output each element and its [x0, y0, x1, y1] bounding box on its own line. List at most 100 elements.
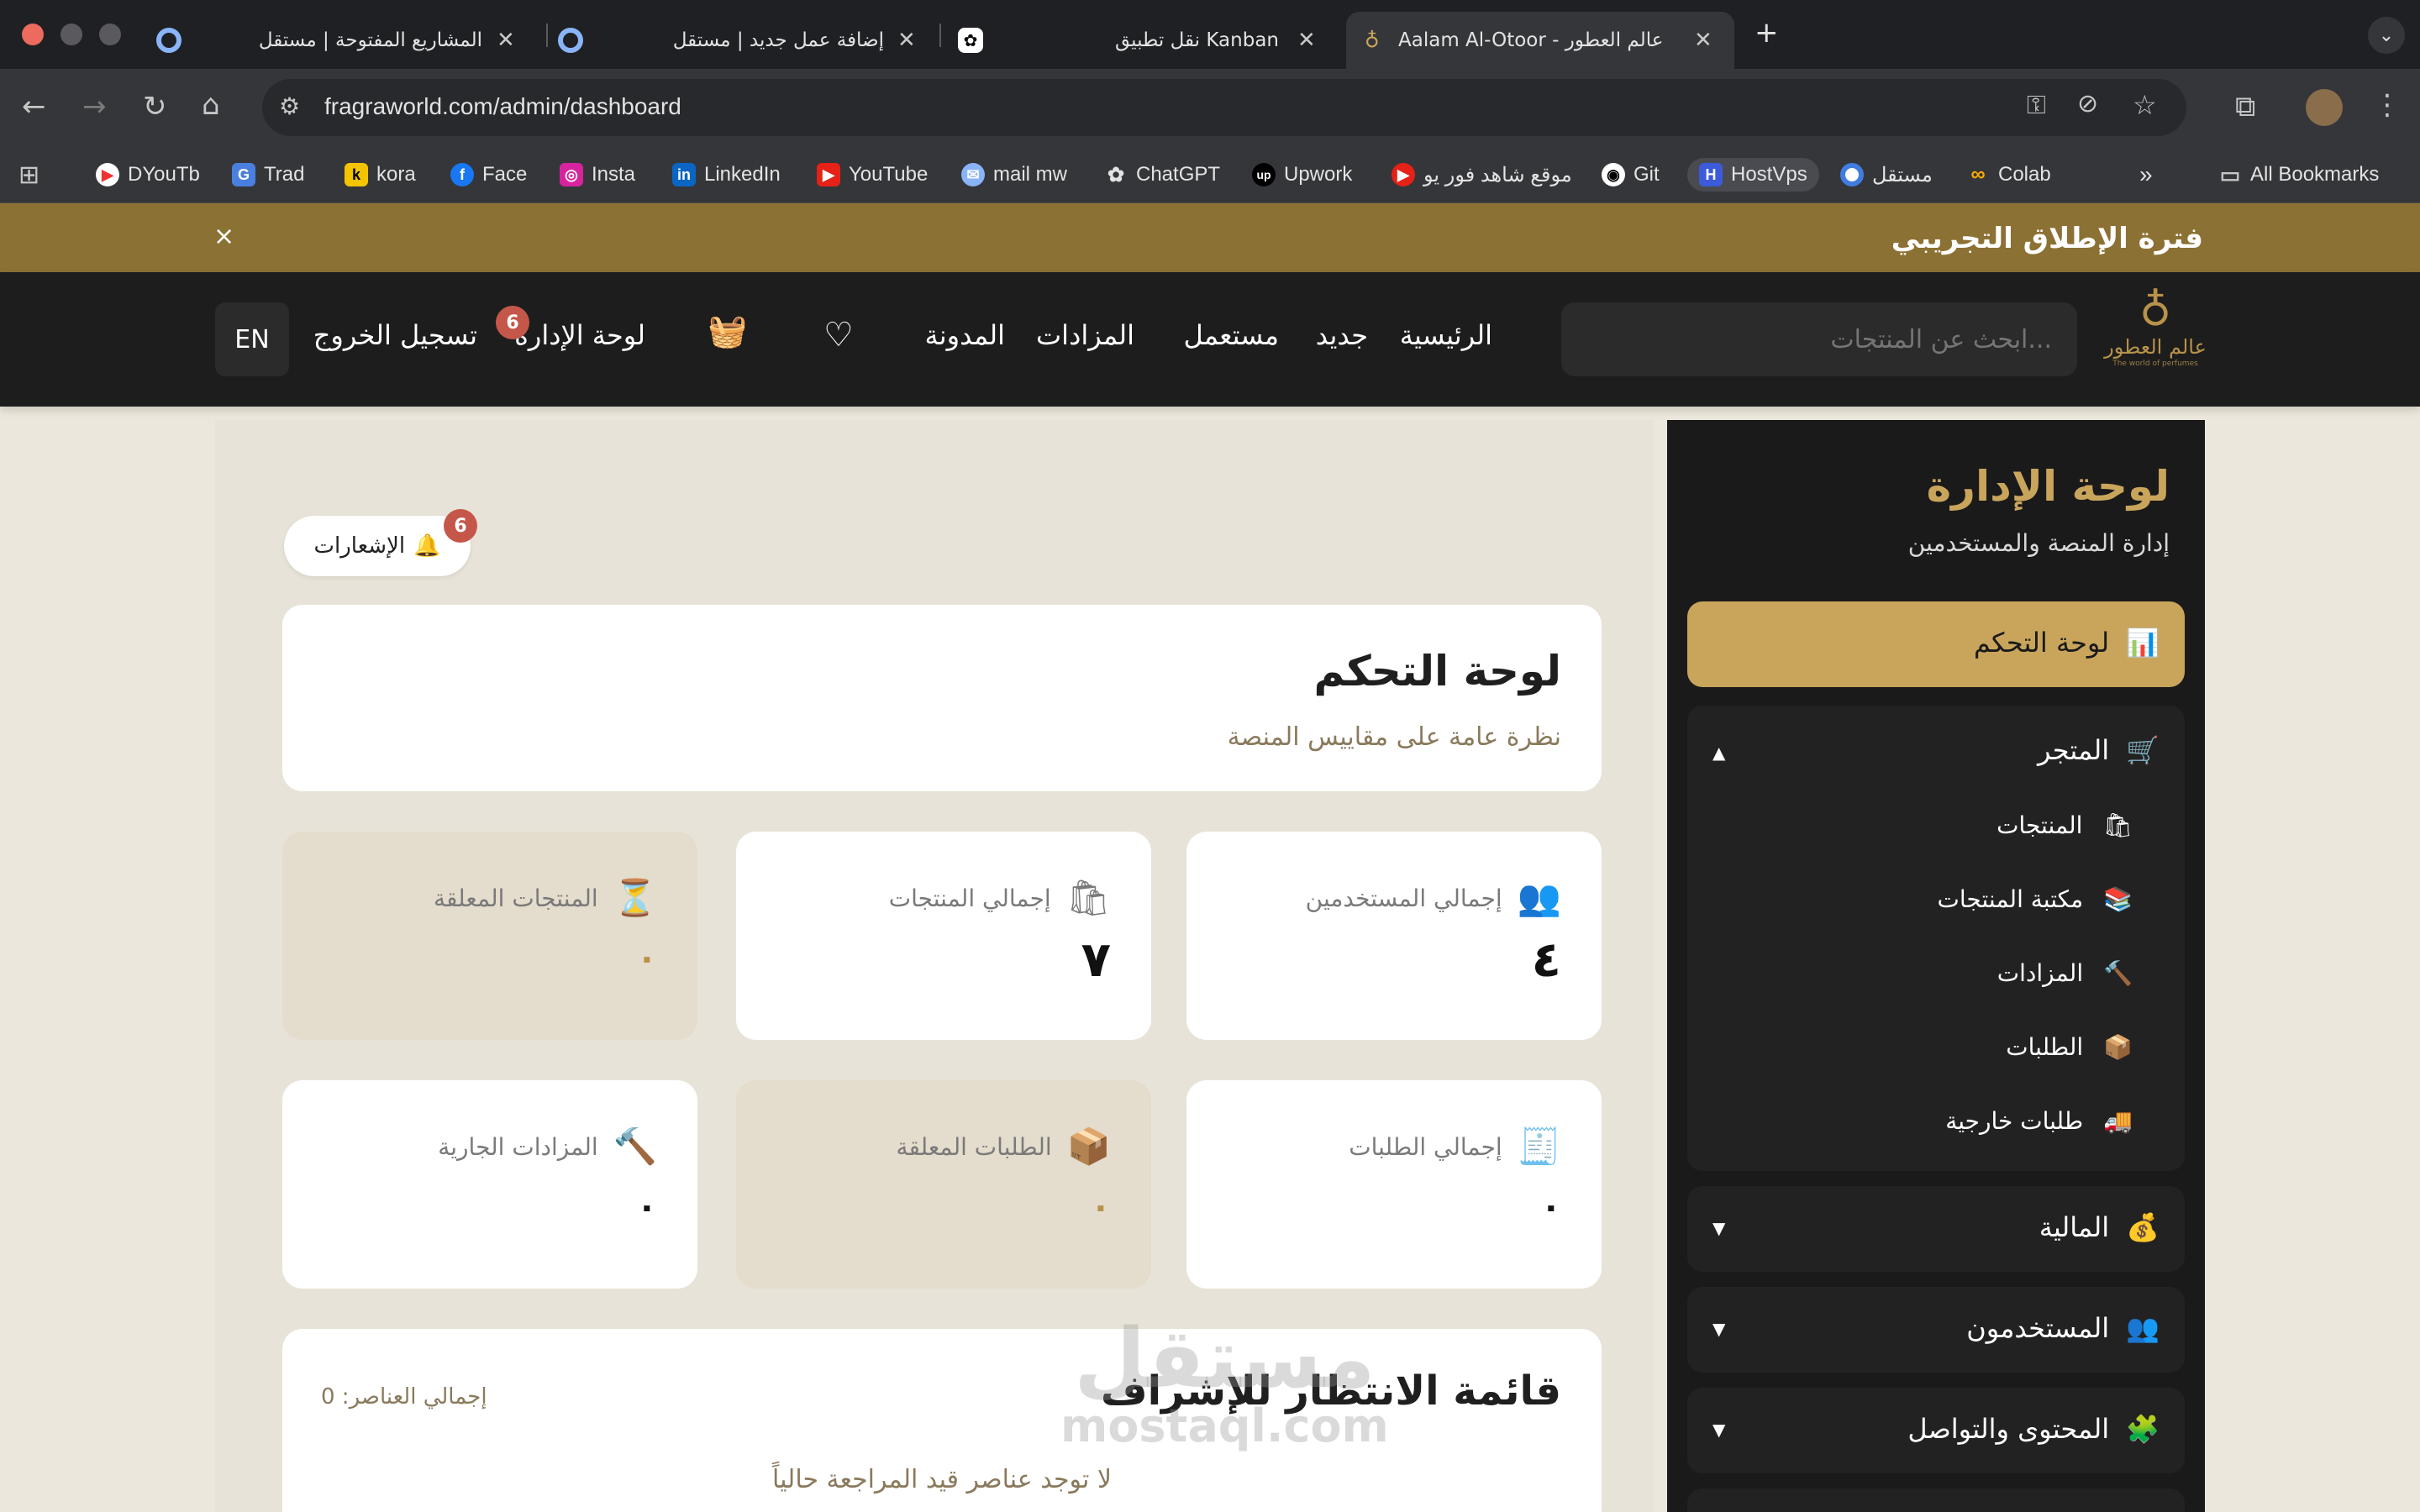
dyoutb-icon: ▶: [96, 163, 119, 186]
password-key-icon[interactable]: ⚿: [2027, 91, 2046, 120]
stat-card-active-auctions: المزادات الجارية 🔨 ٠: [282, 1080, 697, 1289]
browser-tab[interactable]: ✿ نقل تطبيق Kanban ✕: [958, 12, 1336, 69]
bookmark-shahid[interactable]: ▶ موقع شاهد فور يو: [1392, 158, 1572, 192]
apps-grid-icon[interactable]: ⊞: [18, 158, 39, 192]
banner-close-icon[interactable]: ×: [213, 222, 234, 251]
back-arrow-icon[interactable]: ←: [22, 92, 46, 121]
bookmark-mail[interactable]: ✉ mail mw: [961, 158, 1067, 192]
bookmark-label: HostVps: [1731, 163, 1807, 186]
bookmark-linkedin[interactable]: in LinkedIn: [672, 158, 781, 192]
home-icon[interactable]: ⌂: [202, 91, 220, 119]
perfume-bottle-icon: ♁: [2139, 286, 2172, 336]
nav-new[interactable]: جديد: [1316, 319, 1368, 351]
caret-down-icon[interactable]: ▼: [1712, 1218, 1725, 1238]
sidebar-group-finance[interactable]: ▼ المالية 💰: [1687, 1186, 2185, 1272]
close-tab-icon[interactable]: ✕: [1694, 28, 1712, 53]
logout-button[interactable]: تسجيل الخروج: [313, 319, 477, 351]
bookmark-git[interactable]: ◉ Git: [1602, 158, 1660, 192]
sidebar-group-toggle-store[interactable]: المتجر 🛒: [2038, 734, 2160, 766]
sidebar-item-product-library[interactable]: مكتبة المنتجات 📚: [1937, 885, 2133, 913]
package-icon: 📦: [1066, 1126, 1111, 1167]
bookmark-chatgpt[interactable]: ✿ ChatGPT: [1104, 158, 1220, 192]
sidebar-item-label: مكتبة المنتجات: [1937, 885, 2084, 913]
shopping-bags-icon: 🛍: [1065, 877, 1111, 918]
caret-down-icon[interactable]: ▼: [1712, 1420, 1725, 1440]
wishlist-heart-icon[interactable]: ♡: [823, 316, 854, 354]
mostaql-favicon-icon: [558, 28, 583, 53]
sidebar-group-label: المتجر: [2038, 734, 2110, 766]
nav-home[interactable]: الرئيسية: [1400, 319, 1492, 351]
bookmark-trad[interactable]: G Trad: [232, 158, 304, 192]
translate-icon: G: [232, 163, 255, 186]
bookmark-dyoutb[interactable]: ▶ DYouTb: [96, 158, 200, 192]
sidebar-group-more[interactable]: [1687, 1488, 2185, 1512]
bookmark-colab[interactable]: ∞ Colab: [1966, 158, 2051, 192]
stat-label: الطلبات المعلقة: [896, 1132, 1052, 1161]
bookmark-face[interactable]: f Face: [450, 158, 527, 192]
profile-avatar[interactable]: [2306, 89, 2343, 126]
browser-tab[interactable]: إضافة عمل جديد | مستقل ✕: [558, 12, 939, 69]
shopping-basket-icon[interactable]: 🧺: [708, 312, 747, 350]
nav-auctions[interactable]: المزادات: [1036, 319, 1134, 351]
maximize-window-button[interactable]: [99, 24, 121, 45]
extensions-icon[interactable]: ⧉: [2235, 92, 2255, 121]
tab-search-icon[interactable]: ⌄: [2368, 17, 2405, 54]
stat-card-pending-products: المنتجات المعلقة ⏳ ٠: [282, 832, 697, 1040]
tab-title: المشاريع المفتوحة | مستقل: [258, 29, 482, 51]
sidebar-group-content[interactable]: ▼ المحتوى والتواصل 🧩: [1687, 1388, 2185, 1473]
kora-icon: k: [345, 163, 368, 186]
browser-tab-active[interactable]: ♁ Aalam Al-Otoor - عالم العطور ✕: [1346, 12, 1734, 69]
bookmark-label: Insta: [592, 163, 636, 186]
chatgpt-icon: ✿: [1107, 163, 1125, 186]
bookmark-hostvps[interactable]: H HostVps: [1687, 158, 1819, 192]
hammer-icon: 🔨: [613, 1126, 657, 1167]
close-tab-icon[interactable]: ✕: [1297, 28, 1316, 53]
address-bar[interactable]: ⚙ fragraworld.com/admin/dashboard ⚿ ⊘ ☆: [262, 79, 2186, 136]
stat-label: المزادات الجارية: [438, 1132, 598, 1161]
product-search-input[interactable]: [1561, 302, 2077, 376]
reload-icon[interactable]: ↻: [143, 92, 167, 121]
language-toggle-button[interactable]: EN: [215, 302, 289, 376]
all-bookmarks-button[interactable]: ▭ All Bookmarks: [2218, 158, 2380, 192]
forward-arrow-icon[interactable]: →: [82, 92, 107, 121]
site-logo[interactable]: ♁ عالم العطور The world of perfumes: [2101, 287, 2210, 393]
new-tab-icon[interactable]: +: [1754, 18, 1779, 47]
browser-menu-icon[interactable]: ⋮: [2373, 91, 2402, 119]
nav-admin-panel[interactable]: لوحة الإدارة: [514, 319, 645, 351]
sidebar-item-label: المزادات: [1996, 959, 2084, 987]
bookmark-label: All Bookmarks: [2250, 163, 2380, 186]
caret-up-icon[interactable]: ▲: [1712, 743, 1725, 763]
video-play-icon: ▶: [1392, 163, 1415, 186]
close-window-button[interactable]: [22, 24, 44, 45]
sidebar-item-products[interactable]: المنتجات 🛍: [1996, 811, 2133, 839]
bookmark-kora[interactable]: k kora: [345, 158, 416, 192]
close-tab-icon[interactable]: ✕: [897, 28, 916, 53]
caret-down-icon[interactable]: ▼: [1712, 1319, 1725, 1339]
close-tab-icon[interactable]: ✕: [497, 28, 515, 53]
hourglass-icon: ⏳: [613, 877, 657, 918]
sidebar-item-orders[interactable]: الطلبات 📦: [2006, 1033, 2133, 1061]
bookmark-insta[interactable]: ◎ Insta: [560, 158, 635, 192]
money-bag-icon: 💰: [2126, 1211, 2160, 1243]
tracking-hidden-icon[interactable]: ⊘: [2077, 89, 2098, 118]
sidebar-item-auctions[interactable]: المزادات 🔨: [1997, 959, 2133, 987]
bookmark-label: Colab: [1998, 163, 2051, 186]
sidebar-group-users[interactable]: ▼ المستخدمون 👥: [1687, 1287, 2185, 1373]
admin-notification-badge: 6: [496, 306, 529, 339]
url-text[interactable]: fragraworld.com/admin/dashboard: [324, 93, 681, 120]
site-settings-icon[interactable]: ⚙: [279, 92, 300, 120]
dashboard-main: الإشعارات 🔔 6 لوحة التحكم نظرة عامة على …: [215, 420, 1654, 1512]
bookmark-youtube[interactable]: ▶ YouTube: [817, 158, 928, 192]
minimize-window-button[interactable]: [60, 24, 82, 45]
nav-blog[interactable]: المدونة: [925, 319, 1005, 351]
sidebar-item-external-orders[interactable]: طلبات خارجية 🚚: [1945, 1107, 2133, 1135]
bookmark-mostaql[interactable]: مستقل: [1840, 158, 1933, 192]
nav-used[interactable]: مستعمل: [1183, 319, 1279, 351]
sidebar-item-dashboard[interactable]: لوحة التحكم 📊: [1687, 601, 2185, 687]
bookmark-upwork[interactable]: up Upwork: [1252, 158, 1352, 192]
notifications-button[interactable]: الإشعارات 🔔: [284, 516, 471, 576]
more-bookmarks-icon[interactable]: »: [2139, 158, 2153, 192]
bookmark-label: YouTube: [849, 163, 929, 186]
browser-tab[interactable]: المشاريع المفتوحة | مستقل ✕: [156, 12, 543, 69]
bookmark-star-icon[interactable]: ☆: [2133, 89, 2157, 121]
